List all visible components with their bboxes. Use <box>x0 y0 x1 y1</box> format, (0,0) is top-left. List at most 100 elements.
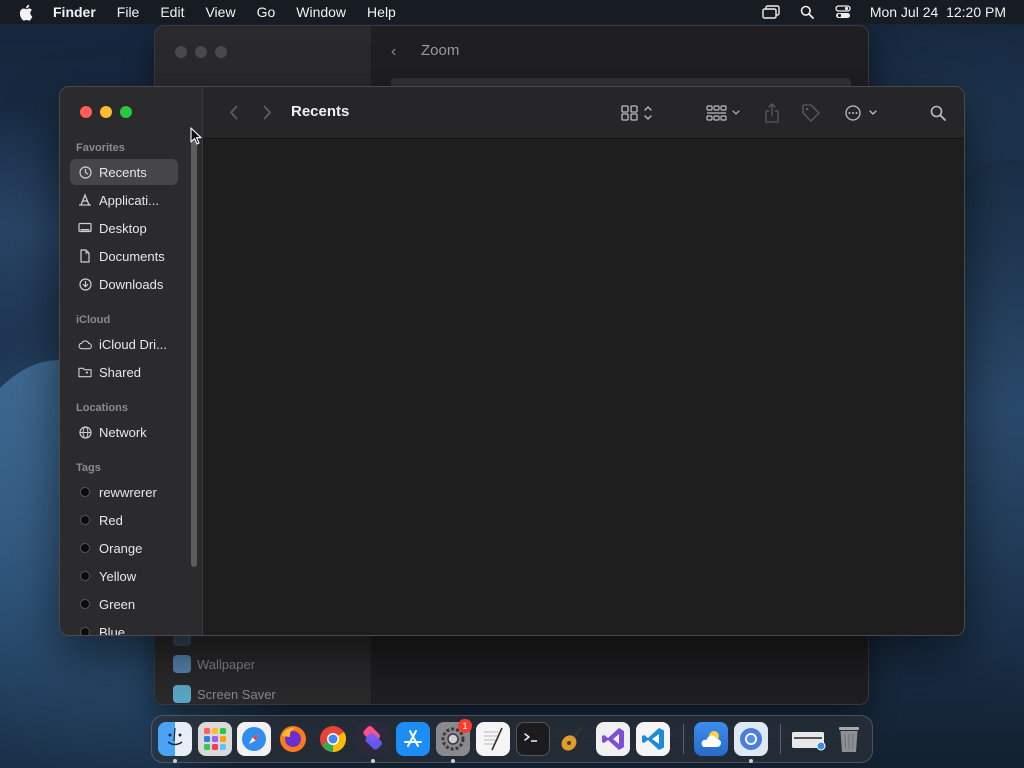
sidebar-item-label: Recents <box>99 164 147 180</box>
menu-go[interactable]: Go <box>257 4 276 20</box>
sidebar-item-label: Green <box>99 596 136 612</box>
menu-file[interactable]: File <box>117 4 140 20</box>
chrome-icon[interactable] <box>316 722 350 756</box>
more-icon[interactable] <box>841 101 881 125</box>
sidebar-item-label: iCloud Dri... <box>99 336 167 352</box>
background-sidebar-item-wallpaper[interactable]: Wallpaper <box>173 655 255 673</box>
shared-folder-icon <box>78 365 92 379</box>
screen-saver-icon <box>173 685 191 703</box>
dock-running-indicator <box>451 759 455 763</box>
tag-icon[interactable] <box>799 101 823 125</box>
mouse-cursor-icon <box>190 127 202 145</box>
share-icon[interactable] <box>761 101 783 125</box>
spotlight-search-icon[interactable] <box>798 4 816 20</box>
background-sidebar-label: Screen Saver <box>197 686 276 702</box>
sidebar-tag-orange[interactable]: Orange <box>70 535 178 561</box>
menu-edit[interactable]: Edit <box>160 4 184 20</box>
tag-dot-icon <box>80 627 90 635</box>
finder-toolbar: Recents <box>203 87 964 139</box>
sidebar-item-shared[interactable]: Shared <box>70 359 178 385</box>
file-list-area[interactable] <box>203 139 964 635</box>
finder-icon[interactable] <box>158 722 192 756</box>
dock-separator <box>683 724 684 754</box>
search-icon[interactable] <box>927 101 949 125</box>
sidebar-item-label: Documents <box>99 248 165 264</box>
screen-mirroring-icon[interactable] <box>762 4 780 20</box>
close-button[interactable] <box>80 106 92 118</box>
document-icon <box>78 249 92 263</box>
menu-clock[interactable]: Mon Jul 24 12:20 PM <box>870 4 1006 20</box>
sidebar-tag-yellow[interactable]: Yellow <box>70 563 178 589</box>
textedit-icon[interactable] <box>476 722 510 756</box>
section-locations: Locations <box>76 402 128 414</box>
clock-icon <box>78 165 92 179</box>
zoom-button[interactable] <box>120 106 132 118</box>
minimize-button[interactable] <box>100 106 112 118</box>
forward-icon[interactable] <box>259 102 275 122</box>
system-settings-icon[interactable]: 1 <box>436 719 472 756</box>
sidebar-tag-blue[interactable]: Blue <box>70 619 178 636</box>
dock: 1 <box>151 715 873 763</box>
sidebar-scrollbar[interactable] <box>191 135 197 567</box>
vscode-icon[interactable] <box>636 722 670 756</box>
chromium-icon[interactable] <box>734 722 768 756</box>
sidebar-item-network[interactable]: Network <box>70 419 178 445</box>
firefox-icon[interactable] <box>276 722 310 756</box>
finder-window[interactable]: Favorites Recents Applicati... Desktop D… <box>59 86 965 636</box>
sidebar-item-label: Blue <box>99 624 126 636</box>
weather-icon[interactable] <box>694 722 728 756</box>
sidebar-item-downloads[interactable]: Downloads <box>70 271 178 297</box>
sidebar-item-label: Red <box>99 512 123 528</box>
sidebar-item-icloud-drive[interactable]: iCloud Dri... <box>70 331 178 357</box>
trash-icon[interactable] <box>832 722 866 756</box>
menu-view[interactable]: View <box>205 4 235 20</box>
sidebar-item-desktop[interactable]: Desktop <box>70 215 178 241</box>
sidebar-item-label: rewwrerer <box>99 484 157 500</box>
app-store-icon[interactable] <box>396 722 430 756</box>
dock-running-indicator <box>173 759 177 763</box>
sidebar-tag-green[interactable]: Green <box>70 591 178 617</box>
sidebar-item-applications[interactable]: Applicati... <box>70 187 178 213</box>
tag-dot-icon <box>80 487 90 497</box>
sidebar-tag-rewwrerer[interactable]: rewwrerer <box>70 479 178 505</box>
downloads-stack-icon[interactable] <box>790 722 828 756</box>
downloads-icon <box>78 277 92 291</box>
applications-icon <box>78 193 92 207</box>
sidebar-item-label: Applicati... <box>99 192 159 208</box>
sidebar-item-label: Downloads <box>99 276 164 292</box>
menu-app-finder[interactable]: Finder <box>53 4 96 20</box>
background-back-icon[interactable]: ‹ <box>391 43 396 61</box>
background-sidebar-item-screen-saver[interactable]: Screen Saver <box>173 685 276 703</box>
section-icloud: iCloud <box>76 314 111 326</box>
launchpad-icon[interactable] <box>198 722 232 756</box>
menu-window[interactable]: Window <box>296 4 346 20</box>
tag-dot-icon <box>80 543 90 553</box>
control-center-icon[interactable] <box>834 4 852 20</box>
back-icon[interactable] <box>225 102 241 122</box>
apple-menu-icon[interactable] <box>18 0 36 24</box>
dock-separator <box>780 724 781 754</box>
background-sidebar-label: Wallpaper <box>197 656 256 672</box>
menu-bar: Finder File Edit View Go Window Help Mon… <box>0 0 1024 24</box>
desktop-icon <box>78 221 92 235</box>
view-grid-icon[interactable] <box>619 101 655 125</box>
terminal-icon[interactable] <box>516 722 550 756</box>
tag-dot-icon <box>80 515 90 525</box>
garageband-icon[interactable] <box>556 722 590 756</box>
safari-icon[interactable] <box>237 722 271 756</box>
sidebar-tag-red[interactable]: Red <box>70 507 178 533</box>
dock-running-indicator <box>749 759 753 763</box>
sidebar-item-recents[interactable]: Recents <box>70 159 178 185</box>
visual-studio-icon[interactable] <box>596 722 630 756</box>
sidebar-item-documents[interactable]: Documents <box>70 243 178 269</box>
window-title: Recents <box>291 103 350 120</box>
group-icon[interactable] <box>705 101 743 125</box>
finder-sidebar: Favorites Recents Applicati... Desktop D… <box>60 87 203 635</box>
shortcuts-icon[interactable] <box>356 722 390 756</box>
menu-help[interactable]: Help <box>367 4 396 20</box>
dock-running-indicator <box>371 759 375 763</box>
background-window-traffic-lights <box>175 46 227 58</box>
sidebar-item-label: Shared <box>99 364 141 380</box>
section-tags: Tags <box>76 462 101 474</box>
cloud-icon <box>78 337 92 351</box>
